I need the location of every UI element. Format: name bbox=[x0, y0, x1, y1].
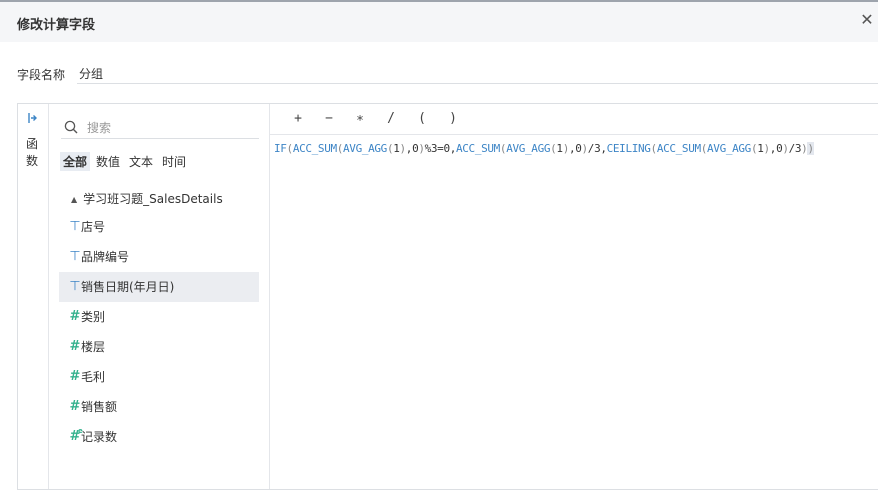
field-list: ⊤ 店号 ⊤ 品牌编号 ⊤ 销售日期(年月日) # 类别 # 楼层 # 毛利 # 销售额 # e… bbox=[59, 212, 259, 452]
field-label: 店号 bbox=[81, 220, 106, 234]
formula-area: + − ∗ / ( ) IF(ACC_SUM(AVG_AGG(1),0)%3=0… bbox=[270, 104, 878, 489]
field-item-brand[interactable]: ⊤ 品牌编号 bbox=[59, 242, 259, 272]
minus-operator-button[interactable]: − bbox=[320, 111, 338, 127]
search-box[interactable] bbox=[61, 116, 259, 139]
number-field-icon: # bbox=[69, 309, 81, 324]
close-icon[interactable]: ✕ bbox=[859, 12, 875, 28]
formula-token: ,0 bbox=[769, 142, 783, 155]
text-field-icon: ⊤ bbox=[69, 219, 81, 234]
field-item-category[interactable]: # 类别 bbox=[59, 302, 259, 332]
formula-token: AVG_AGG bbox=[506, 142, 551, 155]
formula-editor: 函数 全部数值文本时间 ▲学习班习题_SalesDetails ⊤店号 ⊤品牌编… bbox=[17, 103, 878, 490]
formula-token: AVG_AGG bbox=[343, 142, 387, 155]
formula-token: ACC_SUM bbox=[292, 142, 337, 155]
field-name-label: 字段名称 bbox=[17, 68, 66, 82]
field-label: 楼层 bbox=[81, 340, 106, 354]
search-input[interactable] bbox=[85, 118, 259, 138]
field-item-floor[interactable]: # 楼层 bbox=[59, 332, 259, 362]
field-label: 销售额 bbox=[81, 400, 118, 414]
formula-token: %3=0, bbox=[424, 142, 457, 155]
field-label: 类别 bbox=[81, 310, 106, 324]
field-item-sales[interactable]: # 销售额 bbox=[59, 392, 259, 422]
field-item-record-count[interactable]: # e 记录数 bbox=[59, 422, 259, 452]
collapse-caret-icon[interactable]: ▲ bbox=[71, 195, 77, 204]
formula-token: ,0 bbox=[568, 142, 582, 155]
search-icon bbox=[64, 120, 78, 134]
formula-token: /3 bbox=[788, 142, 802, 155]
dataset-name: 学习班习题_SalesDetails bbox=[83, 192, 223, 206]
formula-token: ACC_SUM bbox=[656, 142, 701, 155]
calc-number-field-icon: # e bbox=[69, 427, 83, 444]
field-name-row: 字段名称 bbox=[17, 64, 878, 84]
formula-token: /3, bbox=[587, 142, 607, 155]
field-item-margin[interactable]: # 毛利 bbox=[59, 362, 259, 392]
filter-text[interactable]: 文本 bbox=[126, 152, 156, 171]
plus-operator-button[interactable]: + bbox=[289, 111, 307, 127]
dataset-node[interactable]: ▲ 学习班习题_SalesDetails bbox=[71, 190, 223, 207]
type-filter-tabs: 全部 数值 文本 时间 bbox=[60, 152, 192, 172]
filter-time[interactable]: 时间 bbox=[159, 152, 189, 171]
expand-right-icon[interactable] bbox=[28, 112, 38, 124]
divide-operator-button[interactable]: / bbox=[382, 111, 400, 127]
field-item-store[interactable]: ⊤ 店号 bbox=[59, 212, 259, 242]
formula-input[interactable]: IF(ACC_SUM(AVG_AGG(1),0)%3=0,ACC_SUM(AVG… bbox=[274, 142, 814, 155]
field-label: 销售日期(年月日) bbox=[81, 280, 175, 294]
formula-token: ACC_SUM bbox=[456, 142, 500, 155]
function-tab-label[interactable]: 函数 bbox=[26, 136, 40, 170]
right-paren-button[interactable]: ) bbox=[444, 111, 462, 127]
formula-token: CEILING bbox=[606, 142, 651, 155]
formula-token: AVG_AGG bbox=[707, 142, 751, 155]
text-field-icon: ⊤ bbox=[69, 249, 81, 264]
function-rail[interactable]: 函数 bbox=[18, 104, 49, 489]
filter-all[interactable]: 全部 bbox=[60, 152, 91, 171]
field-item-sale-date[interactable]: ⊤ 销售日期(年月日) bbox=[59, 272, 259, 302]
field-panel: 全部数值文本时间 ▲学习班习题_SalesDetails ⊤店号 ⊤品牌编号 ⊤… bbox=[49, 104, 270, 489]
number-field-icon: # bbox=[69, 369, 81, 384]
multiply-operator-button[interactable]: ∗ bbox=[351, 111, 369, 127]
number-field-icon: # bbox=[69, 339, 81, 354]
dialog-header: 修改计算字段 ✕ bbox=[0, 2, 878, 42]
field-label: 品牌编号 bbox=[81, 250, 130, 264]
operator-toolbar: + − ∗ / ( ) bbox=[270, 104, 878, 135]
formula-token: ,0 bbox=[405, 142, 419, 155]
field-name-input[interactable] bbox=[77, 64, 878, 84]
formula-token: IF bbox=[274, 142, 287, 155]
filter-number[interactable]: 数值 bbox=[93, 152, 123, 171]
dialog-title: 修改计算字段 bbox=[17, 18, 96, 33]
left-paren-button[interactable]: ( bbox=[413, 111, 431, 127]
field-label: 记录数 bbox=[81, 430, 118, 444]
field-label: 毛利 bbox=[81, 370, 106, 384]
formula-token: ) bbox=[807, 142, 814, 155]
text-field-icon: ⊤ bbox=[69, 279, 81, 294]
